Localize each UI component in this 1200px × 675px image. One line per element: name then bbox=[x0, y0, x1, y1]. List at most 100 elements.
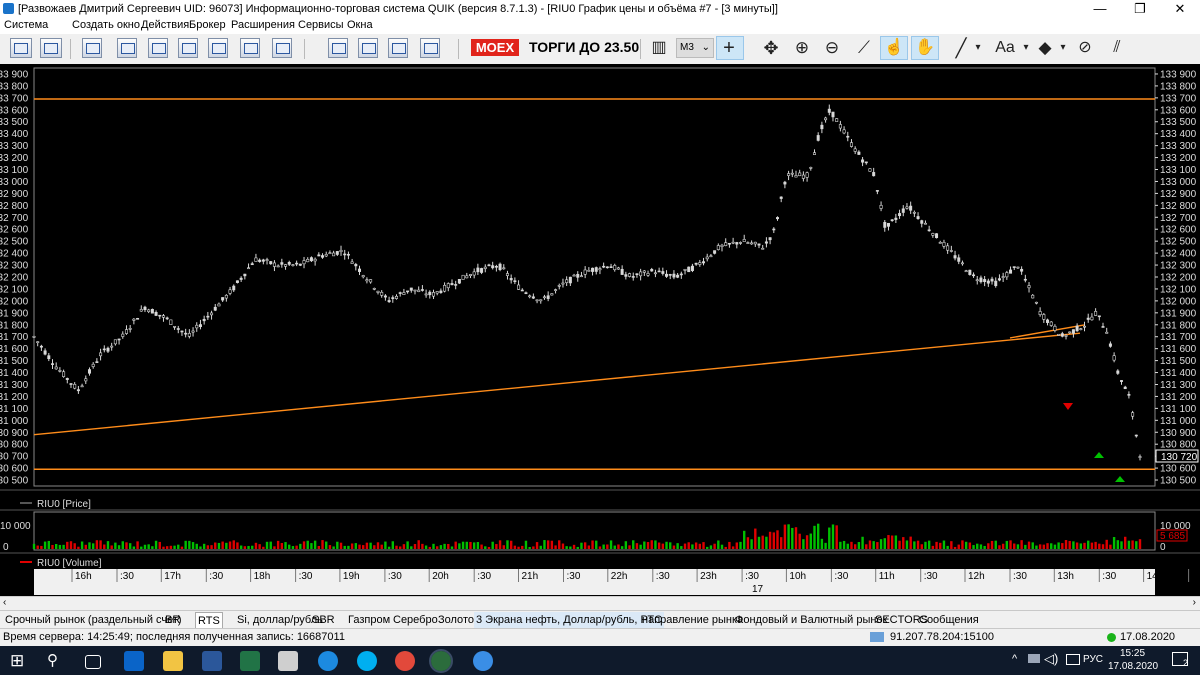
zoom-in-icon[interactable]: ⊕ bbox=[791, 37, 813, 59]
clock-time[interactable]: 15:25 bbox=[1120, 648, 1145, 659]
scroll-right-icon[interactable]: › bbox=[1193, 597, 1196, 608]
tab-silver[interactable]: Серебро bbox=[391, 612, 440, 628]
tab-messages[interactable]: Сообщения bbox=[917, 612, 981, 628]
clock-date[interactable]: 17.08.2020 bbox=[1108, 661, 1158, 672]
language-indicator[interactable]: РУС bbox=[1083, 654, 1103, 665]
word-icon[interactable] bbox=[202, 651, 222, 671]
hand-pointer-icon[interactable]: ☝ bbox=[883, 37, 905, 59]
tray-app-icon[interactable] bbox=[1028, 654, 1040, 663]
windows-start-icon[interactable]: ⊞ bbox=[10, 651, 30, 671]
internet-explorer-icon[interactable] bbox=[318, 651, 338, 671]
price-volume-chart[interactable]: 133 900133 800133 700133 600133 500133 4… bbox=[0, 64, 1200, 596]
stop-order-icon[interactable] bbox=[358, 38, 378, 58]
trendline-group[interactable] bbox=[33, 324, 1086, 436]
candle-body bbox=[576, 274, 580, 278]
edge-icon[interactable] bbox=[124, 651, 144, 671]
tab-gazprom[interactable]: Газпром bbox=[346, 612, 392, 628]
restore-button[interactable]: ❐ bbox=[1120, 0, 1160, 18]
horizontal-levels[interactable] bbox=[34, 98, 1155, 471]
tab-market-direction[interactable]: направление рынка bbox=[640, 612, 745, 628]
horizontal-scrollbar[interactable]: ‹ › bbox=[0, 596, 1200, 611]
menu-actions[interactable]: Действия bbox=[141, 19, 189, 31]
trades-table-icon[interactable] bbox=[208, 38, 228, 58]
tab-3-screens[interactable]: 3 Экрана нефть, Доллар/рубль, РТС bbox=[474, 612, 665, 628]
chevron-down-icon[interactable]: ▾ bbox=[1058, 37, 1068, 59]
volume-bar bbox=[491, 541, 494, 549]
time-axis[interactable]: 17 16h:30 17h:30 18h:30 19h:30 20h:30 21h:30 2… bbox=[34, 569, 1200, 595]
candle-body bbox=[702, 261, 706, 264]
menu-services[interactable]: Сервисы bbox=[298, 19, 344, 31]
volume-bar bbox=[206, 545, 210, 549]
tab-sbr[interactable]: SBR bbox=[310, 612, 337, 628]
quotes-icon[interactable] bbox=[148, 38, 168, 58]
volume-bar bbox=[713, 543, 716, 549]
money-order-icon[interactable] bbox=[388, 38, 408, 58]
file-explorer-icon[interactable] bbox=[163, 651, 183, 671]
interval-select[interactable]: M3 ⌄ bbox=[676, 38, 714, 58]
chart-type-icon[interactable]: ▥ bbox=[648, 37, 670, 59]
menu-system[interactable]: Система bbox=[4, 19, 48, 31]
ruler-icon[interactable]: ⟋ bbox=[853, 37, 875, 59]
portfolio-icon[interactable] bbox=[420, 38, 440, 58]
eraser-icon[interactable]: ⫽ bbox=[1106, 37, 1128, 59]
hide-eye-icon[interactable]: ⊘ bbox=[1074, 37, 1096, 59]
disconnect-key-icon[interactable] bbox=[40, 38, 62, 58]
menu-extensions[interactable]: Расширения bbox=[231, 19, 295, 31]
volume-bar bbox=[103, 544, 106, 549]
connect-key-icon[interactable] bbox=[10, 38, 32, 58]
network-tray-icon[interactable] bbox=[1066, 654, 1080, 665]
close-button[interactable]: ✕ bbox=[1160, 0, 1200, 18]
line-tool-icon[interactable]: ╱ bbox=[950, 37, 972, 59]
menu-windows[interactable]: Окна bbox=[347, 19, 373, 31]
y-tick-label-left: 131 400 bbox=[0, 368, 29, 379]
new-order-icon[interactable] bbox=[328, 38, 348, 58]
zoom-out-icon[interactable]: ⊖ bbox=[821, 37, 843, 59]
paint-bucket-icon[interactable]: ◆ bbox=[1034, 37, 1056, 59]
text-tool-button[interactable]: Aa bbox=[990, 37, 1020, 59]
candle-body bbox=[698, 262, 702, 265]
candle-body bbox=[779, 196, 783, 199]
price-panel[interactable] bbox=[33, 67, 1156, 487]
volume-bar bbox=[602, 544, 605, 549]
volume-bar bbox=[350, 543, 354, 549]
chrome-icon[interactable] bbox=[395, 651, 415, 671]
candle-body bbox=[842, 129, 846, 134]
menu-create-window[interactable]: Создать окно bbox=[72, 19, 140, 31]
new-table-icon[interactable] bbox=[82, 38, 102, 58]
new-chart-icon[interactable] bbox=[117, 38, 137, 58]
excel-icon[interactable] bbox=[240, 651, 260, 671]
volume-bar bbox=[617, 544, 620, 549]
tab-br[interactable]: BR bbox=[163, 612, 182, 628]
tray-chevron-icon[interactable]: ^ bbox=[1012, 653, 1017, 665]
skype-icon[interactable] bbox=[357, 651, 377, 671]
remove-table-icon[interactable] bbox=[272, 38, 292, 58]
connection-status-icon bbox=[1107, 633, 1116, 642]
candle-body bbox=[665, 273, 669, 277]
hand-grab-icon[interactable]: ✋ bbox=[914, 37, 936, 59]
search-table-icon[interactable] bbox=[240, 38, 260, 58]
quik-taskbar-icon[interactable] bbox=[429, 649, 453, 673]
candle-body bbox=[102, 348, 106, 351]
volume-bar bbox=[1050, 543, 1053, 549]
minimize-button[interactable]: — bbox=[1080, 0, 1120, 18]
chevron-down-icon[interactable]: ▾ bbox=[1021, 37, 1031, 59]
crosshair-icon[interactable]: + bbox=[718, 37, 740, 59]
tab-gold[interactable]: Золото bbox=[436, 612, 476, 628]
task-view-icon[interactable] bbox=[85, 655, 101, 669]
search-icon[interactable]: ⚲ bbox=[47, 651, 67, 671]
scroll-left-icon[interactable]: ‹ bbox=[3, 597, 6, 608]
order-list-icon[interactable] bbox=[178, 38, 198, 58]
volume-bar bbox=[77, 546, 80, 549]
menu-broker[interactable]: Брокер bbox=[189, 19, 226, 31]
volume-icon[interactable]: ◁) bbox=[1044, 651, 1058, 667]
chevron-down-icon[interactable]: ▾ bbox=[973, 37, 983, 59]
store-icon[interactable] bbox=[278, 651, 298, 671]
move-arrows-icon[interactable]: ✥ bbox=[760, 37, 782, 59]
volume-bar bbox=[173, 545, 176, 549]
tab-futures[interactable]: Срочный рынок (раздельный счет) bbox=[3, 612, 184, 628]
volume-bar bbox=[43, 541, 47, 549]
tab-rts[interactable]: RTS bbox=[195, 612, 223, 629]
telegram-icon[interactable] bbox=[473, 651, 493, 671]
tab-stock-fx[interactable]: Фондовый и Валютный рынок bbox=[733, 612, 889, 628]
chart-window[interactable]: 133 900133 800133 700133 600133 500133 4… bbox=[0, 64, 1200, 596]
